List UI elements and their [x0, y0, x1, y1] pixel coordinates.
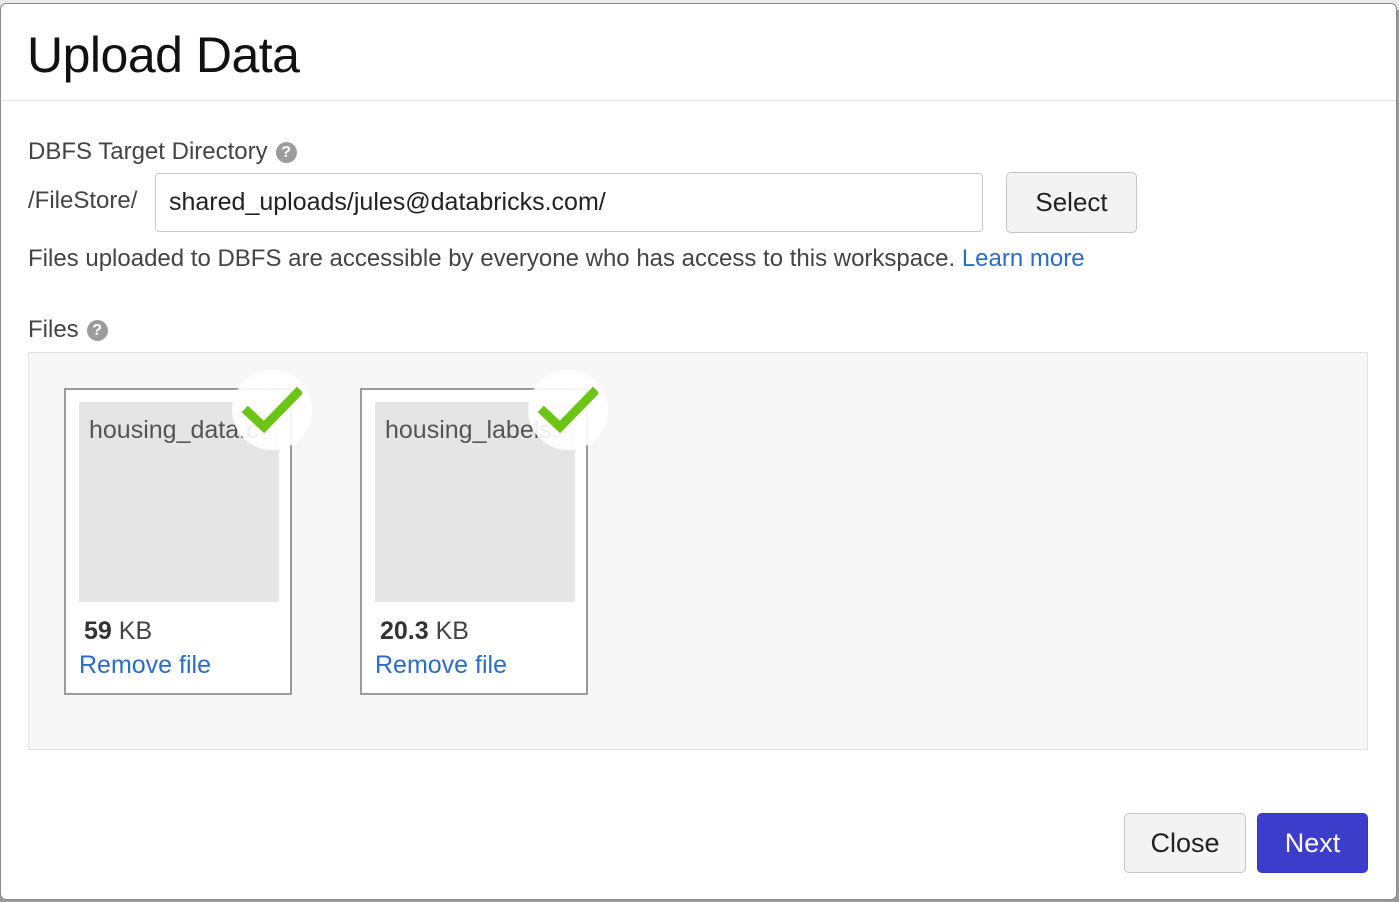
upload-data-modal: Upload Data DBFS Target Directory ? /Fil… [0, 3, 1397, 900]
access-info-text: Files uploaded to DBFS are accessible by… [28, 245, 956, 272]
files-label: Files [28, 316, 79, 343]
file-size-unit: KB [118, 617, 153, 645]
help-circle-icon[interactable]: ? [86, 319, 108, 341]
remove-file-link[interactable]: Remove file [79, 651, 211, 680]
check-icon [232, 370, 312, 450]
check-icon [528, 370, 608, 450]
file-size-unit: KB [435, 617, 469, 645]
remove-file-link[interactable]: Remove file [375, 651, 507, 680]
learn-more-link[interactable]: Learn more [962, 245, 1085, 272]
close-button[interactable]: Close [1124, 813, 1246, 873]
file-size-value: 20.3 [380, 617, 429, 645]
modal-title: Upload Data [27, 27, 300, 83]
file-card: housing_data.c 59 KB Remove file [64, 370, 312, 695]
file-size: 59 KB [84, 617, 152, 646]
modal-header: Upload Data [1, 4, 1396, 101]
help-circle-icon[interactable]: ? [275, 141, 297, 163]
files-label-row: Files ? [28, 316, 108, 344]
file-card: housing_labels. 20.3 KB Remove file [360, 370, 608, 695]
access-info: Files uploaded to DBFS are accessible by… [28, 245, 1085, 273]
target-directory-label: DBFS Target Directory [28, 138, 268, 165]
select-button[interactable]: Select [1006, 172, 1137, 233]
file-size-value: 59 [84, 617, 112, 645]
target-path-input[interactable] [155, 173, 983, 232]
target-directory-label-row: DBFS Target Directory ? [28, 138, 297, 166]
file-size: 20.3 KB [380, 617, 469, 646]
next-button[interactable]: Next [1257, 813, 1368, 873]
path-prefix: /FileStore/ [28, 187, 138, 214]
